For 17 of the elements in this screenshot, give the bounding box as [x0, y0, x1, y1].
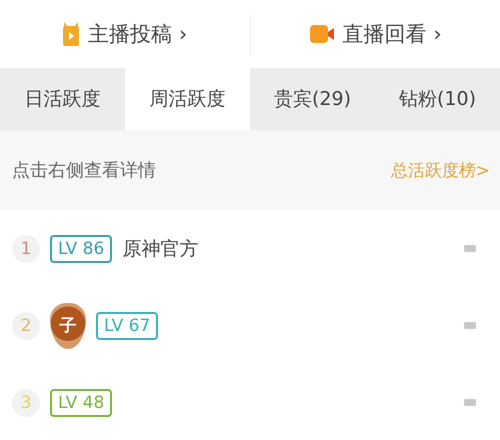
rank-number: 1	[12, 234, 40, 262]
shield-badge: 子	[50, 302, 86, 348]
hint-text: 点击右侧查看详情	[12, 159, 156, 182]
link-button[interactable]: 直播回看 ›	[250, 16, 500, 52]
level-tag: LV 48	[50, 388, 112, 416]
rank-number: 2	[12, 312, 40, 340]
rank-number: 3	[12, 388, 40, 416]
dash-icon[interactable]	[464, 322, 476, 329]
video-icon	[62, 21, 80, 47]
dash-icon[interactable]	[464, 399, 476, 406]
level-tag: LV 67	[96, 312, 158, 340]
camera-icon	[308, 23, 335, 45]
dash-icon[interactable]	[464, 245, 476, 252]
link-button[interactable]: 主播投稿 ›	[0, 16, 250, 52]
user-name: 原神官方	[122, 236, 198, 262]
tab[interactable]: 周活跃度	[125, 68, 250, 130]
level-tag: LV 86	[50, 234, 112, 262]
